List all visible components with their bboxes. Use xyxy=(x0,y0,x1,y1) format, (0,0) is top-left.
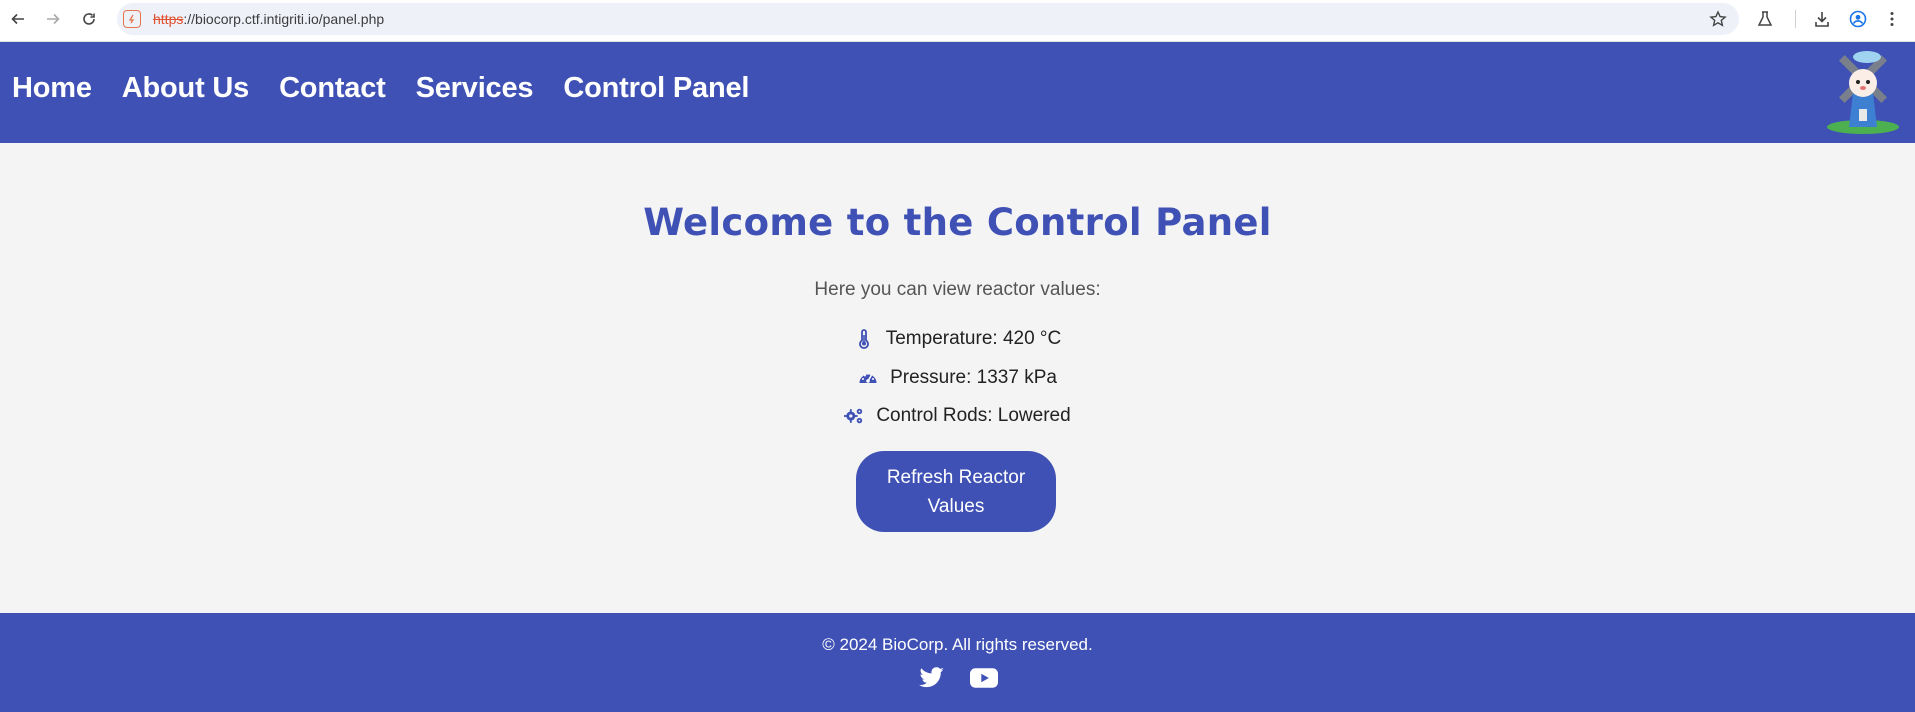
reload-icon xyxy=(83,13,95,25)
flask-icon xyxy=(1757,11,1773,26)
profile-icon xyxy=(1849,10,1867,28)
forward-arrow-icon xyxy=(47,13,60,25)
gauge-icon xyxy=(859,374,877,383)
copyright-text: © 2024 BioCorp. All rights reserved. xyxy=(822,635,1093,654)
profile-button[interactable] xyxy=(1848,9,1868,29)
youtube-icon xyxy=(969,668,998,688)
url-scheme: https xyxy=(153,11,184,27)
address-bar[interactable]: https://biocorp.ctf.intigriti.io/panel.p… xyxy=(117,3,1739,35)
temperature-reading: Temperature: 420 °C xyxy=(0,328,1915,350)
site-header: Home About Us Contact Services Control P… xyxy=(0,42,1915,143)
main-content: Welcome to the Control Panel Here you ca… xyxy=(0,143,1915,613)
control-rods-text: Control Rods: Lowered xyxy=(876,405,1071,426)
forward-button[interactable] xyxy=(42,8,64,30)
temperature-text: Temperature: 420 °C xyxy=(885,328,1062,349)
nav-services[interactable]: Services xyxy=(416,72,534,105)
kebab-menu-icon xyxy=(1890,12,1894,26)
pressure-text: Pressure: 1337 kPa xyxy=(890,367,1057,388)
browser-toolbar: https://biocorp.ctf.intigriti.io/panel.p… xyxy=(0,0,1915,42)
youtube-link[interactable] xyxy=(969,666,998,690)
gears-icon xyxy=(844,408,863,424)
back-button[interactable] xyxy=(7,8,29,30)
social-links xyxy=(0,666,1915,690)
download-icon xyxy=(1815,12,1829,27)
windmill-mascot-logo[interactable] xyxy=(1823,49,1903,135)
url-text[interactable]: https://biocorp.ctf.intigriti.io/panel.p… xyxy=(153,11,384,27)
nav-control-panel[interactable]: Control Panel xyxy=(563,72,749,105)
nav-about-us[interactable]: About Us xyxy=(122,72,249,105)
twitter-link[interactable] xyxy=(918,666,946,690)
refresh-reactor-values-button[interactable]: Refresh Reactor Values xyxy=(856,451,1056,532)
nav-home[interactable]: Home xyxy=(12,72,92,105)
downloads-button[interactable] xyxy=(1812,9,1832,29)
control-rods-reading: Control Rods: Lowered xyxy=(0,405,1915,427)
site-info-icon[interactable] xyxy=(123,10,141,28)
twitter-icon xyxy=(918,667,944,688)
main-nav: Home About Us Contact Services Control P… xyxy=(12,72,749,105)
reload-button[interactable] xyxy=(78,8,100,30)
nav-contact[interactable]: Contact xyxy=(279,72,386,105)
site-footer: © 2024 BioCorp. All rights reserved. xyxy=(0,613,1915,712)
menu-button[interactable] xyxy=(1882,9,1902,29)
bookmark-star-icon[interactable] xyxy=(1709,10,1727,28)
back-arrow-icon xyxy=(11,13,24,25)
labs-button[interactable] xyxy=(1755,9,1775,29)
pressure-reading: Pressure: 1337 kPa xyxy=(0,367,1915,389)
page-subtitle: Here you can view reactor values: xyxy=(814,279,1101,300)
toolbar-divider xyxy=(1795,10,1796,28)
page-title: Welcome to the Control Panel xyxy=(643,201,1272,244)
url-path: ://biocorp.ctf.intigriti.io/panel.php xyxy=(183,11,385,27)
thermometer-icon xyxy=(858,329,869,349)
